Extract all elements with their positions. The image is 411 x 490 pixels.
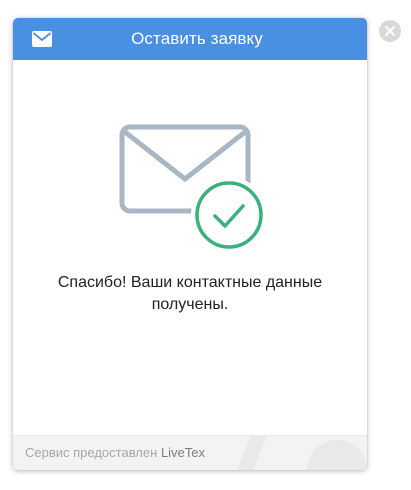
success-message-line1: Спасибо! Ваши контактные данные <box>57 274 323 291</box>
widget-title: Оставить заявку <box>131 29 263 48</box>
close-icon[interactable] <box>379 20 401 42</box>
widget-footer: Сервис предоставлен LiveTex <box>13 435 367 470</box>
widget-header: Оставить заявку <box>13 18 367 60</box>
envelope-check-icon <box>119 124 265 253</box>
contact-form-widget: Оставить заявку Спасибо! Ваши контактные… <box>13 18 367 470</box>
powered-by-text: Сервис предоставлен LiveTex <box>25 445 205 460</box>
powered-by-label: Сервис предоставлен <box>25 445 158 460</box>
envelope-icon <box>32 31 52 47</box>
success-message-line2: получены. <box>151 296 229 313</box>
livetex-link[interactable]: LiveTex <box>161 445 205 460</box>
success-message: Спасибо! Ваши контактные данные получены… <box>13 272 367 316</box>
livetex-watermark-icon <box>237 436 367 470</box>
